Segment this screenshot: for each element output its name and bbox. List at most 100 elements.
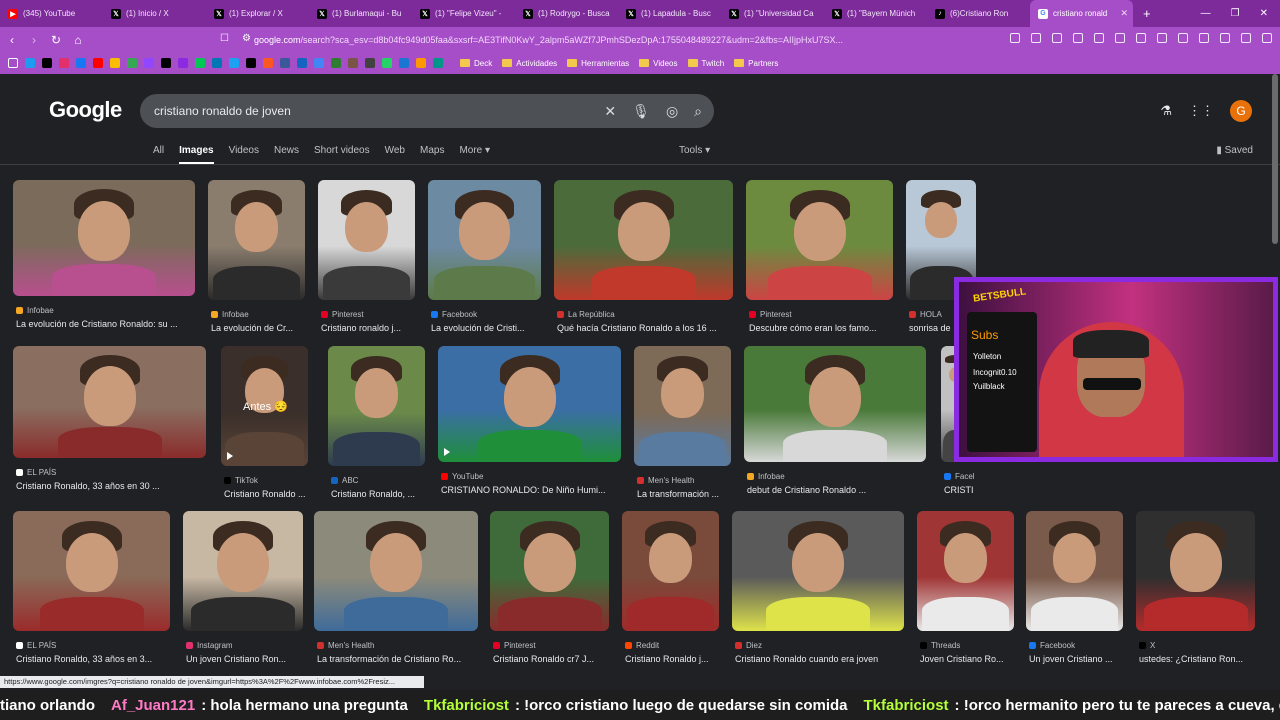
result-title[interactable]: Un joven Cristiano ... (1029, 654, 1132, 664)
bookmark-icon[interactable] (59, 58, 69, 68)
close-window-icon[interactable]: ✕ (1260, 8, 1268, 19)
result-title[interactable]: Cristiano Ronaldo, ... (331, 489, 434, 499)
browser-tab[interactable]: 𝕏 (1) "Felipe Vizeu" - (412, 0, 515, 27)
apps-icon[interactable]: ⋮⋮ (1188, 103, 1214, 119)
image-result-card[interactable]: Pinterest Descubre cómo eran los famo... (746, 180, 893, 340)
result-title[interactable]: La transformación ... (637, 489, 740, 499)
browser-tab[interactable]: Gcristiano ronald ✕ (1030, 0, 1133, 27)
bookmark-icon[interactable] (144, 58, 154, 68)
bookmark-icon[interactable] (416, 58, 426, 68)
mic-icon[interactable]: 🎙 (632, 103, 650, 120)
avatar[interactable]: G (1230, 100, 1252, 122)
extension-icon[interactable] (1241, 33, 1251, 43)
image-result-card[interactable]: Men's Health La transformación de Cristia… (314, 511, 478, 671)
image-result-card[interactable]: Antes 😔 TikTok Cristiano Ronaldo ... (221, 346, 308, 506)
image-result-card[interactable]: Infobae La evolución de Cristiano Ronaldo… (13, 180, 195, 336)
search-tab[interactable]: Maps (420, 145, 444, 164)
bookmark-icon[interactable] (178, 58, 188, 68)
reload-icon[interactable]: ↻ (46, 33, 66, 47)
labs-icon[interactable]: ⚗ (1160, 103, 1172, 119)
browser-tab[interactable]: 𝕏 (1) Explorar / X (206, 0, 309, 27)
image-result-card[interactable]: Facebook La evolución de Cristi... (428, 180, 541, 340)
result-title[interactable]: CRISTI (944, 485, 980, 495)
result-title[interactable]: Un joven Cristiano Ron... (186, 654, 312, 664)
result-thumbnail[interactable] (917, 511, 1014, 631)
maximize-icon[interactable]: ❐ (1231, 8, 1240, 19)
search-tab[interactable]: Web (385, 145, 405, 164)
home-icon[interactable]: ⌂ (68, 33, 88, 47)
bookmark-icon[interactable] (212, 58, 222, 68)
bookmark-icon[interactable] (399, 58, 409, 68)
image-result-card[interactable]: ABC Cristiano Ronaldo, ... (328, 346, 425, 506)
bookmark-folder[interactable]: Actividades (502, 59, 557, 68)
result-thumbnail[interactable] (13, 511, 170, 631)
bookmark-icon[interactable] (161, 58, 171, 68)
bookmark-icon[interactable] (263, 58, 273, 68)
shield-icon[interactable] (1220, 33, 1230, 43)
new-tab-icon[interactable]: + (1143, 6, 1151, 21)
tools-button[interactable]: Tools ▾ (679, 145, 710, 156)
bookmark-icon[interactable] (280, 58, 290, 68)
result-thumbnail[interactable] (1026, 511, 1123, 631)
result-thumbnail[interactable] (13, 180, 195, 296)
result-thumbnail[interactable] (554, 180, 733, 300)
browser-tab[interactable]: 𝕏 (1) Rodrygo - Busca (515, 0, 618, 27)
result-thumbnail[interactable] (438, 346, 621, 462)
bookmark-icon[interactable] (195, 58, 205, 68)
bookmark-folder[interactable]: Videos (639, 59, 678, 68)
bookmark-icon[interactable] (433, 58, 443, 68)
image-result-card[interactable]: La República Qué hacía Cristiano Ronaldo … (554, 180, 733, 340)
image-result-card[interactable]: Reddit Cristiano Ronaldo j... (622, 511, 719, 671)
result-thumbnail[interactable] (622, 511, 719, 631)
bookmark-page-icon[interactable]: ☐ (220, 33, 229, 44)
result-thumbnail[interactable] (183, 511, 303, 631)
result-title[interactable]: CRISTIANO RONALDO: De Niño Humi... (441, 485, 630, 495)
image-result-card[interactable]: YouTube CRISTIANO RONALDO: De Niño Humi..… (438, 346, 621, 502)
result-thumbnail[interactable] (732, 511, 904, 631)
image-result-card[interactable]: Threads Joven Cristiano Ro... (917, 511, 1014, 671)
result-thumbnail[interactable] (490, 511, 609, 631)
result-thumbnail[interactable] (428, 180, 541, 300)
image-result-card[interactable]: Diez Cristiano Ronaldo cuando era joven (732, 511, 904, 671)
extension-icon[interactable] (1031, 33, 1041, 43)
search-tab[interactable]: Images (179, 145, 214, 164)
result-title[interactable]: debut de Cristiano Ronaldo ... (747, 485, 935, 495)
page-scrollbar[interactable] (1272, 74, 1278, 244)
result-title[interactable]: Cristiano Ronaldo j... (625, 654, 728, 664)
result-thumbnail[interactable] (634, 346, 731, 466)
lens-icon[interactable]: ◎ (666, 103, 678, 120)
image-result-card[interactable]: EL PAÍS Cristiano Ronaldo, 33 años en 30 … (13, 346, 206, 498)
result-title[interactable]: Cristiano Ronaldo cuando era joven (735, 654, 913, 664)
search-tab[interactable]: News (274, 145, 299, 164)
clear-icon[interactable]: ✕ (604, 103, 616, 120)
bookmark-icon[interactable] (110, 58, 120, 68)
minimize-icon[interactable]: — (1201, 8, 1211, 19)
bookmark-folder[interactable]: Herramientas (567, 59, 629, 68)
bookmark-icon[interactable] (25, 58, 35, 68)
menu-icon[interactable] (1262, 33, 1272, 43)
browser-tab[interactable]: 𝕏 (1) "Bayern Münich (824, 0, 927, 27)
result-thumbnail[interactable] (744, 346, 926, 462)
image-result-card[interactable]: EL PAÍS Cristiano Ronaldo, 33 años en 3..… (13, 511, 170, 671)
result-thumbnail[interactable] (208, 180, 305, 300)
apps-grid-icon[interactable] (8, 58, 18, 68)
result-title[interactable]: Joven Cristiano Ro... (920, 654, 1023, 664)
image-result-card[interactable]: Pinterest Cristiano ronaldo j... (318, 180, 415, 340)
browser-tab[interactable]: ♪ (6)Cristiano Ron (927, 0, 1030, 27)
extension-icon[interactable] (1157, 33, 1167, 43)
image-result-card[interactable]: Men's Health La transformación ... (634, 346, 731, 506)
result-title[interactable]: Cristiano Ronaldo, 33 años en 30 ... (16, 481, 215, 491)
search-tab[interactable]: Short videos (314, 145, 370, 164)
forward-icon[interactable]: › (24, 33, 44, 47)
result-title[interactable]: Cristiano Ronaldo ... (224, 489, 317, 499)
extension-icon[interactable] (1010, 33, 1020, 43)
bookmark-icon[interactable] (365, 58, 375, 68)
extension-icon[interactable] (1073, 33, 1083, 43)
bookmark-icon[interactable] (246, 58, 256, 68)
download-icon[interactable] (1115, 33, 1125, 43)
search-tab[interactable]: Videos (229, 145, 259, 164)
bookmark-folder[interactable]: Twitch (687, 59, 724, 68)
result-title[interactable]: Cristiano ronaldo j... (321, 323, 424, 333)
result-title[interactable]: La transformación de Cristiano Ro... (317, 654, 487, 664)
bookmark-icon[interactable] (93, 58, 103, 68)
